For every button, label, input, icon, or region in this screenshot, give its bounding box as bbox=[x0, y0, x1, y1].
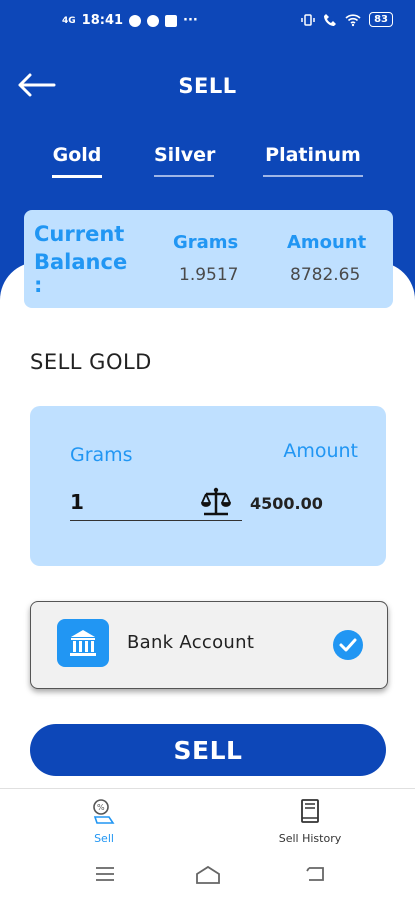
tab-label: Silver bbox=[154, 144, 216, 166]
bottom-nav: % Sell Sell History bbox=[0, 788, 415, 845]
tab-gold[interactable]: Gold bbox=[52, 144, 102, 178]
network-indicator: 4G bbox=[62, 15, 76, 26]
bank-account-label: Bank Account bbox=[127, 632, 255, 653]
current-balance-card: Current Balance : Grams 1.9517 Amount 87… bbox=[24, 210, 393, 308]
grams-label: Grams bbox=[70, 444, 133, 466]
bank-icon bbox=[57, 619, 109, 667]
nav-label: Sell History bbox=[278, 832, 342, 845]
bank-account-option[interactable]: Bank Account bbox=[30, 601, 388, 689]
page-title: SELL bbox=[178, 74, 237, 98]
sell-icon: % bbox=[93, 799, 115, 824]
tab-underline bbox=[52, 175, 102, 178]
wifi-icon bbox=[345, 13, 361, 26]
nav-sell[interactable]: % Sell bbox=[82, 797, 126, 845]
balance-label-line: Current bbox=[34, 222, 125, 246]
home-icon[interactable] bbox=[194, 864, 222, 886]
status-right: 83 bbox=[301, 12, 393, 27]
nav-sell-history[interactable]: Sell History bbox=[270, 797, 350, 845]
status-left: 4G 18:41 ··· bbox=[62, 13, 198, 28]
check-circle-icon bbox=[129, 14, 142, 27]
amount-label: Amount bbox=[283, 440, 358, 462]
sell-gold-heading: SELL GOLD bbox=[30, 350, 152, 374]
balance-label: Current Balance : bbox=[34, 220, 144, 297]
history-icon bbox=[301, 799, 319, 823]
vibrate-icon bbox=[301, 13, 315, 26]
mail-icon bbox=[165, 14, 178, 27]
amount-value: 4500.00 bbox=[250, 494, 323, 513]
tab-label: Gold bbox=[52, 144, 102, 166]
sell-button[interactable]: SELL bbox=[30, 724, 386, 776]
system-navigation bbox=[0, 848, 415, 900]
balance-amount-header: Amount bbox=[287, 232, 367, 253]
tab-platinum[interactable]: Platinum bbox=[263, 144, 363, 177]
call-icon bbox=[324, 13, 337, 26]
check-icon bbox=[333, 630, 363, 660]
time: 18:41 bbox=[81, 13, 124, 28]
tab-label: Platinum bbox=[265, 144, 361, 166]
menu-icon[interactable] bbox=[94, 864, 116, 884]
balance-label-line: Balance bbox=[34, 250, 128, 274]
status-bar: 4G 18:41 ··· 83 bbox=[0, 0, 415, 40]
tab-underline bbox=[263, 175, 363, 177]
sell-input-card: Grams Amount 4500.00 bbox=[30, 406, 386, 566]
balance-label-line: : bbox=[34, 273, 43, 297]
more-notifications: ··· bbox=[183, 13, 198, 28]
svg-text:%: % bbox=[97, 803, 105, 812]
balance-grams-header: Grams bbox=[173, 232, 239, 253]
back-nav-icon[interactable] bbox=[305, 864, 329, 884]
scale-icon bbox=[201, 487, 231, 516]
battery-indicator: 83 bbox=[369, 12, 393, 27]
balance-grams-value: 1.9517 bbox=[179, 265, 239, 285]
tab-underline bbox=[154, 175, 214, 177]
balance-amount-value: 8782.65 bbox=[290, 265, 361, 285]
metal-tabs: Gold Silver Platinum bbox=[0, 144, 415, 184]
nav-label: Sell bbox=[94, 832, 114, 845]
check-circle-icon bbox=[147, 14, 160, 27]
tab-silver[interactable]: Silver bbox=[154, 144, 216, 177]
